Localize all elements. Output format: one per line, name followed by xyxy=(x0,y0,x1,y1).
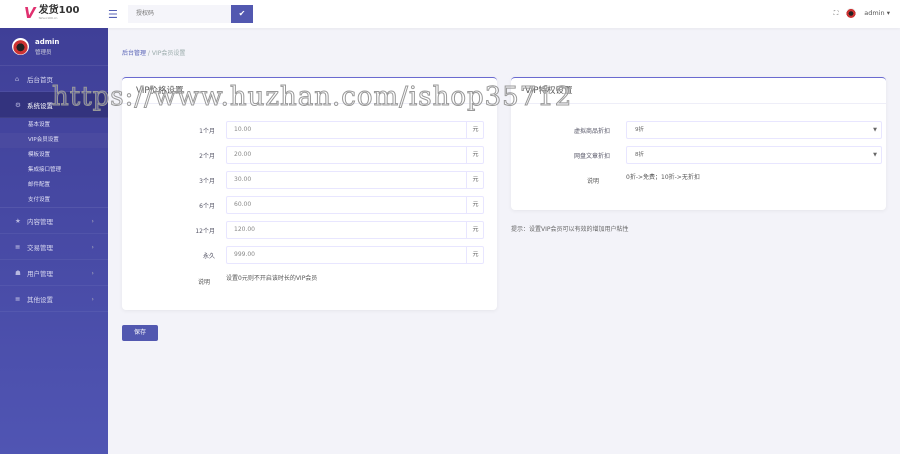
field-label: 2个月 xyxy=(199,153,215,160)
field-label: 虚拟商品折扣 xyxy=(573,128,610,135)
submit-button[interactable]: ✔ xyxy=(231,5,253,23)
avatar xyxy=(12,38,29,55)
user-panel: admin 管理员 xyxy=(0,28,108,66)
sidebar-subitem-vip[interactable]: VIP会员设置 xyxy=(0,133,108,148)
sidebar-item-system-settings[interactable]: ⚙ 系统设置 xyxy=(0,92,108,118)
fullscreen-icon[interactable]: ⛶ xyxy=(834,9,839,18)
note-label: 说明 xyxy=(198,279,211,286)
sidebar-item-label: 后台首页 xyxy=(27,75,53,84)
price-row: 2个月 20.00 元 xyxy=(122,146,497,164)
card-title: VIP价格设置 xyxy=(122,78,497,104)
chevron-right-icon: › xyxy=(91,216,94,225)
price-row: 永久 999.00 元 xyxy=(122,246,497,264)
note-text: 0折->免费；10折->无折扣 xyxy=(626,174,700,181)
price-1-month-input[interactable]: 10.00 xyxy=(226,121,484,139)
virtual-goods-discount-select[interactable]: 9折 ▼ xyxy=(626,121,882,139)
breadcrumb-root[interactable]: 后台管理 xyxy=(122,50,146,57)
chevron-right-icon: › xyxy=(91,268,94,277)
tip-text: 提示：设置VIP会员可以有效的增加用户粘性 xyxy=(511,226,629,233)
price-row: 3个月 30.00 元 xyxy=(122,171,497,189)
vip-privilege-card: VIP特权设置 虚拟商品折扣 9折 ▼ 网盘文章折扣 8折 ▼ 说明 0折->免费；10… xyxy=(511,77,886,210)
unit-addon: 元 xyxy=(466,121,484,139)
price-permanent-input[interactable]: 999.00 xyxy=(226,246,484,264)
list-icon: ≣ xyxy=(15,294,21,303)
logo-sub: fahuo100.cn xyxy=(38,16,58,20)
sidebar-item-trade[interactable]: ≣ 交易管理 › xyxy=(0,234,108,260)
netdisk-article-discount-select[interactable]: 8折 ▼ xyxy=(626,146,882,164)
field-label: 1个月 xyxy=(199,128,215,135)
sidebar-item-home[interactable]: ⌂ 后台首页 xyxy=(0,66,108,92)
unit-addon: 元 xyxy=(466,246,484,264)
field-label: 12个月 xyxy=(195,228,215,235)
caret-down-icon: ▼ xyxy=(873,127,877,133)
caret-down-icon: ▼ xyxy=(873,152,877,158)
price-row: 12个月 120.00 元 xyxy=(122,221,497,239)
field-label: 3个月 xyxy=(199,178,215,185)
unit-addon: 元 xyxy=(466,221,484,239)
gear-icon: ⚙ xyxy=(15,100,21,109)
sidebar-item-users[interactable]: ☗ 用户管理 › xyxy=(0,260,108,286)
user-avatar[interactable] xyxy=(846,8,857,18)
price-2-month-input[interactable]: 20.00 xyxy=(226,146,484,164)
note-label: 说明 xyxy=(587,178,600,185)
price-3-month-input[interactable]: 30.00 xyxy=(226,171,484,189)
select-value: 8折 xyxy=(635,152,644,158)
users-icon: ☗ xyxy=(15,268,21,277)
list-icon: ≣ xyxy=(15,242,21,251)
sidebar-item-label: 内容管理 xyxy=(27,217,53,226)
home-icon: ⌂ xyxy=(15,74,20,83)
save-button[interactable]: 保存 xyxy=(122,325,158,341)
unit-addon: 元 xyxy=(466,171,484,189)
sidebar-item-label: 其他设置 xyxy=(27,295,53,304)
top-bar: V 发货100fahuo100.cn ☰ ✔ ⛶ admin ▾ xyxy=(0,0,900,28)
sidebar-item-label: 系统设置 xyxy=(27,101,53,110)
field-label: 永久 xyxy=(202,253,215,260)
select-value: 9折 xyxy=(635,127,644,133)
note-text: 设置0元则不开启该时长的VIP会员 xyxy=(226,275,318,282)
vip-price-card: VIP价格设置 1个月 10.00 元 2个月 20.00 元 3个月 30.00 元 6个… xyxy=(122,77,497,310)
username: admin xyxy=(35,37,60,46)
breadcrumb: 后台管理 / VIP会员设置 xyxy=(122,48,185,57)
logo: V 发货100 fahuo100.cn xyxy=(24,4,79,22)
chevron-right-icon: › xyxy=(91,294,94,303)
price-row: 6个月 60.00 元 xyxy=(122,196,497,214)
sidebar-subitem-payment[interactable]: 支付设置 xyxy=(0,193,108,208)
unit-addon: 元 xyxy=(466,146,484,164)
sidebar-subitem-template[interactable]: 模板设置 xyxy=(0,148,108,163)
star-icon: ★ xyxy=(15,216,21,225)
hamburger-menu-icon[interactable]: ☰ xyxy=(108,8,118,21)
sidebar-item-other[interactable]: ≣ 其他设置 › xyxy=(0,286,108,312)
field-label: 6个月 xyxy=(199,203,215,210)
sidebar-subitem-basic[interactable]: 基本设置 xyxy=(0,118,108,133)
sidebar-item-label: 交易管理 xyxy=(27,243,53,252)
sidebar-item-content[interactable]: ★ 内容管理 › xyxy=(0,208,108,234)
breadcrumb-current: VIP会员设置 xyxy=(151,50,186,57)
card-title: VIP特权设置 xyxy=(511,78,886,104)
chevron-right-icon: › xyxy=(91,242,94,251)
license-code-input[interactable] xyxy=(128,5,231,23)
user-role: 管理员 xyxy=(35,49,52,56)
user-menu[interactable]: admin ▾ xyxy=(864,9,890,17)
price-row: 1个月 10.00 元 xyxy=(122,121,497,139)
sidebar-item-label: 用户管理 xyxy=(27,269,53,278)
logo-mark: V xyxy=(24,4,36,22)
sidebar: admin 管理员 ⌂ 后台首页 ⚙ 系统设置 基本设置 VIP会员设置 模板设置 集… xyxy=(0,28,108,454)
logo-name: 发货100 xyxy=(38,5,80,16)
sidebar-subitem-mail[interactable]: 邮件配置 xyxy=(0,178,108,193)
price-12-month-input[interactable]: 120.00 xyxy=(226,221,484,239)
unit-addon: 元 xyxy=(466,196,484,214)
field-label: 网盘文章折扣 xyxy=(573,153,610,160)
sidebar-subitem-api[interactable]: 集成接口管理 xyxy=(0,163,108,178)
price-6-month-input[interactable]: 60.00 xyxy=(226,196,484,214)
